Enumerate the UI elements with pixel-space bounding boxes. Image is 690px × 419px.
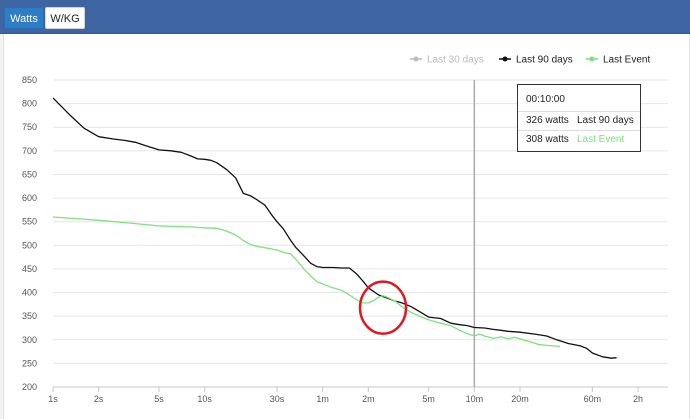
y-tick-label: 700 xyxy=(22,146,37,156)
x-tick-label: 2m xyxy=(362,394,375,404)
tooltip-value: 308 watts xyxy=(526,131,569,149)
legend-item-1[interactable]: Last 30 days xyxy=(410,55,484,66)
y-tick-label: 800 xyxy=(22,99,37,109)
tooltip-series-name: Last Event xyxy=(577,134,625,145)
y-tick-label: 650 xyxy=(22,169,37,179)
tooltip-time: 00:10:00 xyxy=(526,94,565,105)
tooltip-value: 326 watts xyxy=(526,112,569,130)
legend-symbol-marker xyxy=(589,56,595,62)
x-tick-label: 10s xyxy=(197,394,212,404)
legend-item-3[interactable]: Last Event xyxy=(586,55,650,66)
legend-label: Last Event xyxy=(603,55,650,66)
y-tick-label: 350 xyxy=(22,311,37,321)
x-tick-label: 2h xyxy=(633,394,643,404)
tooltip-series-name: Last 90 days xyxy=(577,115,634,126)
tooltip-value-number: 308 xyxy=(526,134,543,145)
y-tick-label: 250 xyxy=(22,358,37,368)
annotation-circle xyxy=(358,280,408,335)
x-tick-label: 5s xyxy=(154,394,164,404)
x-tick-label: 5m xyxy=(422,394,435,404)
y-tick-label: 850 xyxy=(22,75,37,85)
y-tick-label: 600 xyxy=(22,193,37,203)
legend-label: Last 30 days xyxy=(427,55,484,66)
series-line-last-event xyxy=(52,216,560,348)
tooltip-value-unit: watts xyxy=(545,134,569,145)
power-curve-chart: 200 250 300 350 400 450 500 550 600 650 700 750 800 8… xyxy=(22,55,668,404)
y-tick-label: 500 xyxy=(22,240,37,250)
legend-symbol-marker xyxy=(502,56,508,62)
tooltip-value-number: 326 xyxy=(526,115,543,126)
x-tick-label: 10m xyxy=(466,394,484,404)
legend-item-2[interactable]: Last 90 days xyxy=(499,55,573,66)
y-tick-label: 750 xyxy=(22,122,37,132)
x-tick-label: 30s xyxy=(270,394,285,404)
y-tick-label: 300 xyxy=(22,335,37,345)
legend-symbol-marker xyxy=(413,56,419,62)
x-tick-label: 1m xyxy=(316,394,329,404)
legend-label: Last 90 days xyxy=(516,55,573,66)
y-tick-label: 400 xyxy=(22,288,37,298)
chart-tooltip: 00:10:00 326 watts Last 90 days 308 watt… xyxy=(517,84,641,152)
y-tick-label: 200 xyxy=(22,382,37,392)
x-tick-label: 1s xyxy=(48,394,58,404)
tooltip-row: 326 watts Last 90 days xyxy=(518,111,640,130)
x-tick-label: 2s xyxy=(94,394,104,404)
x-tick-label: 20m xyxy=(511,394,529,404)
tooltip-value-unit: watts xyxy=(545,115,569,126)
tooltip-row: 308 watts Last Event xyxy=(518,130,640,149)
x-tick-label: 60m xyxy=(584,394,602,404)
y-tick-label: 550 xyxy=(22,217,37,227)
y-tick-label: 450 xyxy=(22,264,37,274)
